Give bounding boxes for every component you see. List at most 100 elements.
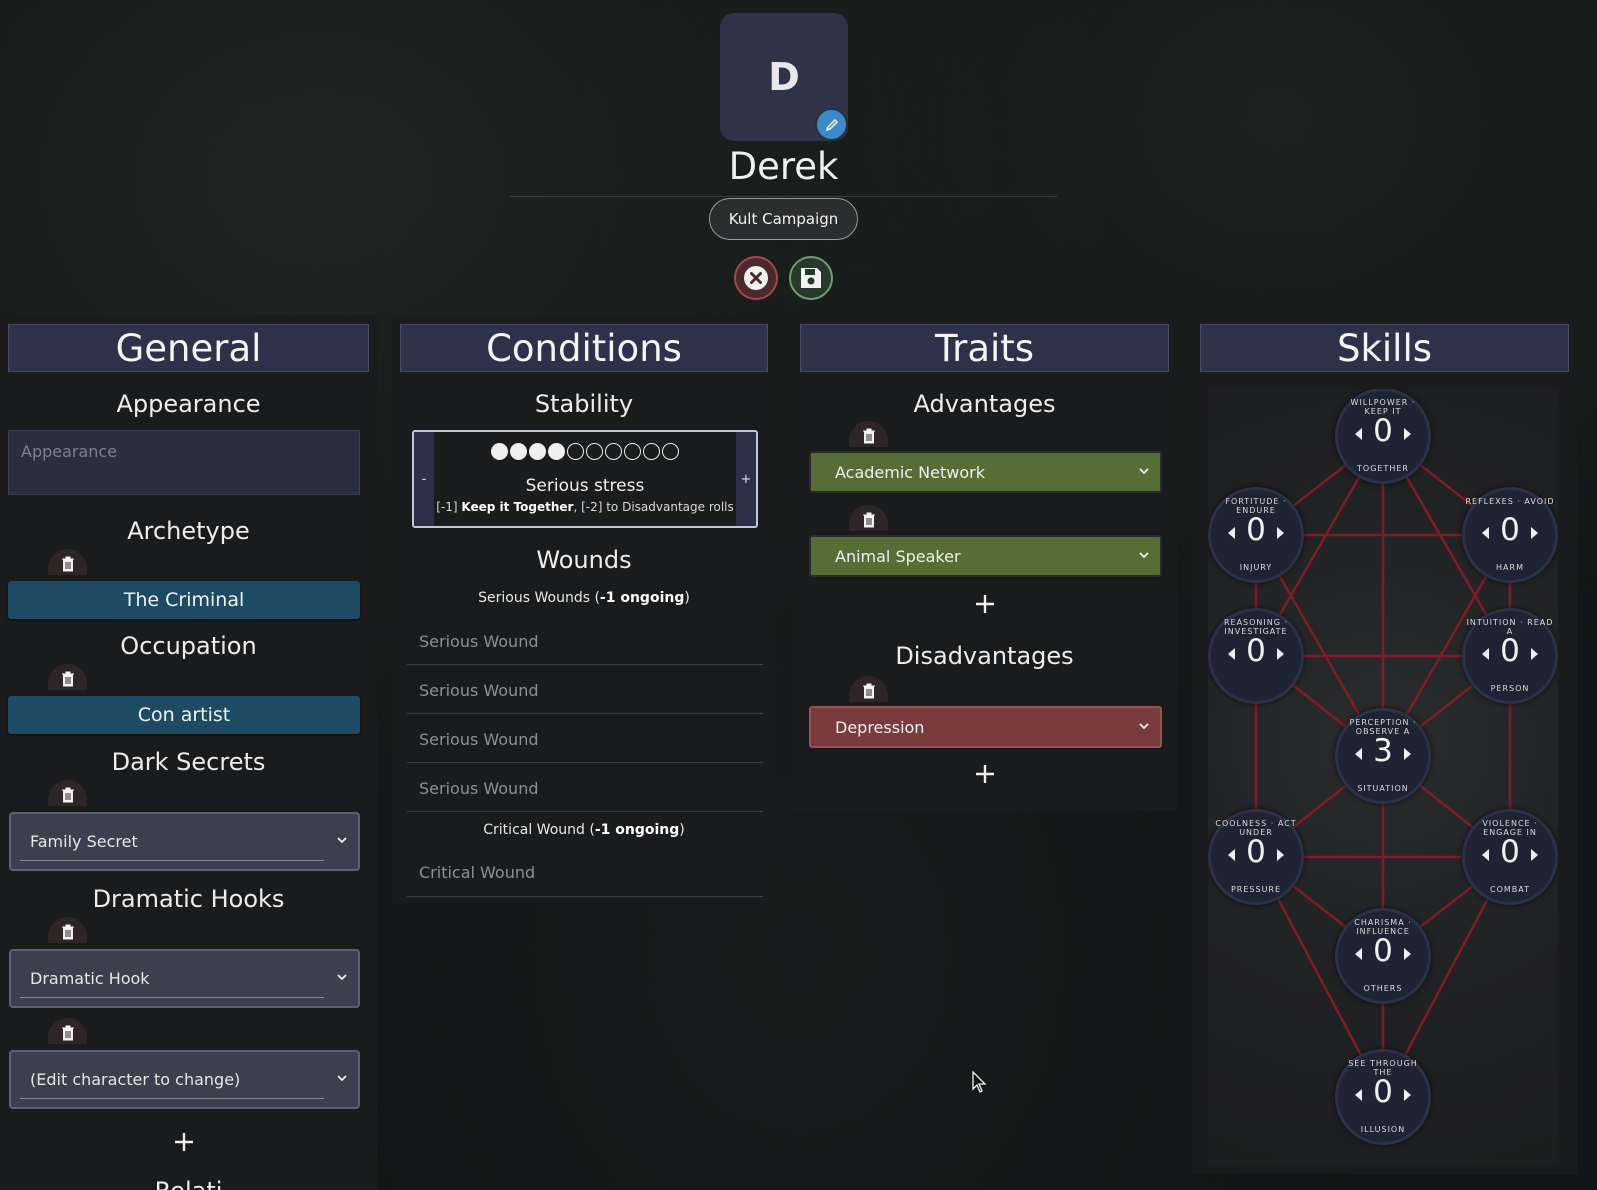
edit-avatar-button[interactable] xyxy=(815,108,848,141)
stability-dot-empty[interactable] xyxy=(662,443,679,460)
dramatic-hook-value: (Edit character to change) xyxy=(30,1070,241,1089)
critical-wound-label: Critical Wound (-1 ongoing) xyxy=(392,822,776,838)
trash-icon xyxy=(862,683,875,699)
archetype-chip[interactable]: The Criminal xyxy=(8,581,360,619)
disadvantage-value: Depression xyxy=(835,717,925,737)
skills-title: Skills xyxy=(1200,324,1569,372)
trash-icon xyxy=(61,556,74,572)
plus-icon xyxy=(976,595,994,613)
trash-icon xyxy=(61,1025,74,1041)
advantage-select[interactable]: Animal Speaker xyxy=(809,535,1162,577)
stability-dot-filled[interactable] xyxy=(529,443,546,460)
stability-dot-filled[interactable] xyxy=(548,443,565,460)
delete-advantage-button[interactable] xyxy=(849,421,888,447)
dramatic-hook-select[interactable]: Dramatic Hook xyxy=(9,949,360,1008)
avatar-letter: D xyxy=(768,55,800,99)
delete-hook-button[interactable] xyxy=(48,917,87,943)
chevron-down-icon xyxy=(337,1075,347,1082)
skill-label: Harm xyxy=(1496,563,1524,572)
campaign-badge[interactable]: Kult Campaign xyxy=(709,198,858,240)
delete-hook-button[interactable] xyxy=(48,1018,87,1044)
advantage-select[interactable]: Academic Network xyxy=(809,451,1162,493)
stability-dot-filled[interactable] xyxy=(510,443,527,460)
pencil-icon xyxy=(825,118,838,131)
skill-reasoning: Reasoning · Investigate 0 xyxy=(1208,608,1304,704)
stability-dot-empty[interactable] xyxy=(624,443,641,460)
increase-skill-button[interactable] xyxy=(1404,428,1411,440)
conditions-title: Conditions xyxy=(400,324,768,372)
trash-icon xyxy=(862,428,875,444)
dark-secret-select[interactable]: Family Secret xyxy=(9,812,360,871)
select-underline xyxy=(20,997,324,998)
wounds-heading: Wounds xyxy=(536,546,632,574)
delete-disadvantage-button[interactable] xyxy=(849,676,888,702)
label-text: ) xyxy=(684,590,690,606)
add-disadvantage-button[interactable] xyxy=(970,759,1000,789)
advantage-value: Academic Network xyxy=(835,462,985,482)
label-text: Critical Wound ( xyxy=(483,822,595,838)
skill-perception: Perception · Observe a 3 Situation xyxy=(1335,708,1431,804)
trash-icon xyxy=(61,924,74,940)
trash-icon xyxy=(61,671,74,687)
stability-dot-empty[interactable] xyxy=(567,443,584,460)
increase-skill-button[interactable] xyxy=(1531,849,1538,861)
skill-value: 0 xyxy=(1500,512,1520,548)
add-hook-button[interactable] xyxy=(169,1127,199,1157)
label-text: ) xyxy=(679,822,685,838)
increase-skill-button[interactable] xyxy=(1531,527,1538,539)
general-title: General xyxy=(8,324,369,372)
disadvantages-heading: Disadvantages xyxy=(895,642,1074,670)
name-divider xyxy=(510,196,1057,197)
stability-dot-empty[interactable] xyxy=(586,443,603,460)
dramatic-hook-select[interactable]: (Edit character to change) xyxy=(9,1050,360,1109)
increase-skill-button[interactable] xyxy=(1531,648,1538,660)
advantages-heading: Advantages xyxy=(913,390,1056,418)
critical-wound-input[interactable]: Critical Wound xyxy=(407,848,763,897)
stability-dot-filled[interactable] xyxy=(491,443,508,460)
delete-advantage-button[interactable] xyxy=(849,505,888,531)
skill-value: 0 xyxy=(1500,834,1520,870)
serious-wound-input[interactable]: Serious Wound xyxy=(407,666,763,714)
serious-wound-input[interactable]: Serious Wound xyxy=(407,764,763,812)
serious-wound-input[interactable]: Serious Wound xyxy=(407,617,763,665)
increase-skill-button[interactable] xyxy=(1404,1089,1411,1101)
delete-occupation-button[interactable] xyxy=(48,664,87,690)
traits-title: Traits xyxy=(800,324,1169,372)
select-underline xyxy=(20,1098,324,1099)
add-advantage-button[interactable] xyxy=(970,589,1000,619)
increase-skill-button[interactable] xyxy=(1404,748,1411,760)
cancel-button[interactable] xyxy=(734,256,778,300)
appearance-input[interactable]: Appearance xyxy=(8,430,360,495)
general-panel: General Appearance Appearance Archetype … xyxy=(0,315,377,1190)
skill-label: Injury xyxy=(1239,563,1273,572)
skill-reflexes: Reflexes · Avoid 0 Harm xyxy=(1462,487,1558,583)
chevron-down-icon xyxy=(337,974,347,981)
plus-icon xyxy=(175,1133,193,1151)
mouse-cursor-icon xyxy=(972,1071,987,1093)
delete-dark-secret-button[interactable] xyxy=(48,780,87,806)
stability-dot-empty[interactable] xyxy=(605,443,622,460)
stability-state: Serious stress xyxy=(525,476,645,496)
traits-panel: Traits Advantages Academic Network Anima… xyxy=(792,315,1177,811)
desc-bold: Keep it Together xyxy=(461,500,574,514)
disadvantage-select[interactable]: Depression xyxy=(809,706,1162,748)
skill-tree-board: Willpower · Keep it 0 Together Fortitude… xyxy=(1208,389,1558,1165)
increase-skill-button[interactable] xyxy=(1277,849,1284,861)
skill-label: Reflexes · Avoid xyxy=(1465,497,1555,506)
serious-wounds-label: Serious Wounds (-1 ongoing) xyxy=(392,590,776,606)
dramatic-hooks-heading: Dramatic Hooks xyxy=(92,885,285,913)
skill-value: 0 xyxy=(1500,633,1520,669)
stability-dots xyxy=(414,441,756,465)
increase-skill-button[interactable] xyxy=(1404,948,1411,960)
occupation-chip[interactable]: Con artist xyxy=(8,696,360,734)
serious-wound-input[interactable]: Serious Wound xyxy=(407,715,763,763)
skill-coolness: Coolness · Act under 0 Pressure xyxy=(1208,809,1304,905)
increase-skill-button[interactable] xyxy=(1277,527,1284,539)
stability-dot-empty[interactable] xyxy=(643,443,660,460)
save-button[interactable] xyxy=(789,256,833,300)
skill-value: 0 xyxy=(1373,933,1393,969)
increase-skill-button[interactable] xyxy=(1277,648,1284,660)
delete-archetype-button[interactable] xyxy=(48,549,87,575)
appearance-heading: Appearance xyxy=(116,390,261,418)
select-underline xyxy=(20,860,324,861)
